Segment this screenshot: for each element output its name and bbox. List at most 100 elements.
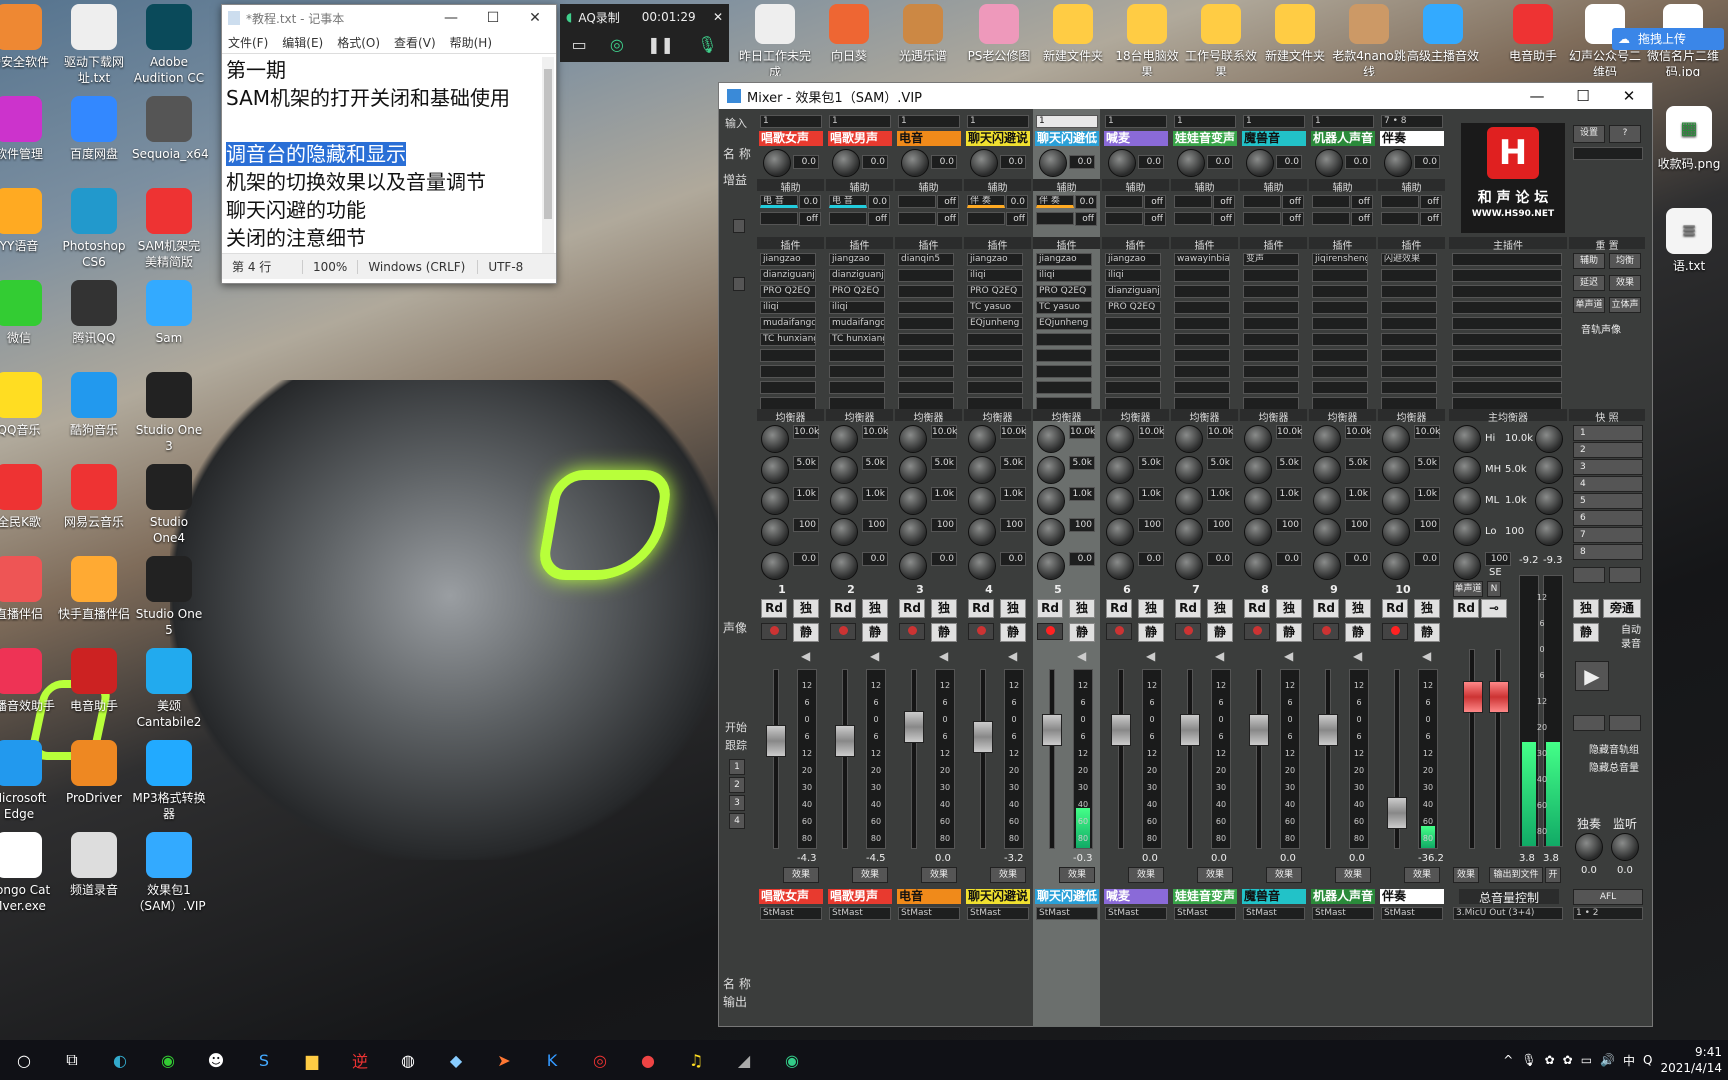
effect-button[interactable]: 效果 (921, 867, 957, 883)
clock[interactable]: 9:41 2021/4/14 (1660, 1044, 1722, 1076)
eq-knob[interactable] (1175, 487, 1203, 515)
app-tray-icon[interactable]: Q (1643, 1053, 1652, 1067)
desktop-icon[interactable]: Studio One 3 (132, 372, 206, 454)
master-output-select[interactable]: 3.MicU Out (3+4) (1453, 907, 1563, 920)
output-select[interactable]: StMast (829, 907, 891, 920)
desktop-icon[interactable]: Photoshop CS6 (57, 188, 131, 270)
plugin-slot[interactable]: EQjunheng (1036, 317, 1092, 330)
desktop-icon[interactable]: 主播音效助手 (0, 648, 56, 714)
sam-icon[interactable]: S (245, 1045, 283, 1075)
pan-knob[interactable] (1244, 552, 1272, 580)
link-left-button[interactable] (1573, 715, 1605, 731)
plugin-slot[interactable]: 闪避效果 (1381, 253, 1437, 266)
pan-knob[interactable] (830, 552, 858, 580)
reset-delay-button[interactable]: 延迟 (1573, 275, 1605, 291)
plugin-slot[interactable] (1174, 333, 1230, 346)
eq-knob[interactable] (1313, 518, 1341, 546)
plugin-slot[interactable]: PRO Q2EQ (1036, 285, 1092, 298)
eq-knob[interactable] (1106, 487, 1134, 515)
plugin-slot[interactable] (1105, 349, 1161, 362)
master-eq-knob[interactable] (1535, 425, 1563, 453)
eq-knob[interactable] (830, 518, 858, 546)
snapshot-slot[interactable]: 2 (1573, 442, 1643, 458)
plugin-slot[interactable] (1036, 349, 1092, 362)
plugin-slot[interactable] (1312, 301, 1368, 314)
master-plugin-slot[interactable] (1452, 269, 1562, 282)
aux-send-select[interactable] (760, 212, 798, 225)
link-right-button[interactable] (1609, 715, 1641, 731)
master-eq-knob[interactable] (1535, 518, 1563, 546)
master-plugin-slot[interactable] (1452, 301, 1562, 314)
plugin-slot[interactable] (1312, 365, 1368, 378)
input-select[interactable]: 1 (760, 115, 822, 128)
desktop-icon[interactable]: 新建文件夹 (1258, 4, 1332, 76)
plugin-slot[interactable] (1243, 301, 1299, 314)
aux-send-select[interactable] (1174, 195, 1212, 208)
record-arm-button[interactable] (830, 623, 856, 640)
aux-send-select[interactable] (1105, 195, 1143, 208)
eq-knob[interactable] (899, 518, 927, 546)
listen-knob[interactable] (1611, 833, 1639, 861)
preset-select[interactable] (1573, 147, 1643, 160)
plugin-slot[interactable]: TC hunxiang (829, 333, 885, 346)
snapshot-save-button[interactable] (1609, 567, 1641, 583)
pan-knob[interactable] (1037, 552, 1065, 580)
channel-name[interactable]: 喊麦 (1104, 131, 1168, 146)
expand-aux-button[interactable] (733, 219, 745, 233)
eq-knob[interactable] (761, 518, 789, 546)
desktop-icon[interactable]: 腾安全软件 (0, 4, 56, 70)
aux-send-select[interactable]: 电 音 (760, 195, 798, 208)
close-button[interactable]: ✕ (514, 10, 556, 26)
plugin-slot[interactable] (1381, 269, 1437, 282)
channel-name[interactable]: 电音 (897, 131, 961, 146)
eq-knob[interactable] (899, 425, 927, 453)
pan-knob[interactable] (899, 552, 927, 580)
desktop-icon[interactable]: 光遇乐谱 (886, 4, 960, 76)
plugin-slot[interactable] (898, 285, 954, 298)
eq-knob[interactable] (1313, 425, 1341, 453)
eq-knob[interactable] (761, 425, 789, 453)
desktop-icon[interactable]: 全民K歌 (0, 464, 56, 530)
mute-button[interactable]: 静 (1138, 623, 1164, 642)
plugin-slot[interactable] (1174, 301, 1230, 314)
pan-knob[interactable] (1106, 552, 1134, 580)
kugou-icon[interactable]: K (533, 1045, 571, 1075)
plugin-slot[interactable] (1243, 349, 1299, 362)
master-plugin-slot[interactable] (1452, 333, 1562, 346)
plugin-slot[interactable]: jiqirensheng (1312, 253, 1368, 266)
aux-send-select[interactable] (1381, 212, 1419, 225)
eq-knob[interactable] (1382, 518, 1410, 546)
master-fader[interactable] (1463, 681, 1483, 713)
eq-knob[interactable] (1037, 487, 1065, 515)
desktop-icon[interactable]: 向日葵 (812, 4, 886, 76)
recorder-widget[interactable]: ◖ AQ录制 00:01:29 ✕ ▭ ◎ ❚❚ 🎙 (560, 4, 729, 62)
read-button[interactable]: Rd (1244, 599, 1270, 618)
eq-knob[interactable] (968, 456, 996, 484)
desktop-icon[interactable]: 酷狗音乐 (57, 372, 131, 438)
master-eq-knob[interactable] (1535, 456, 1563, 484)
output-select[interactable]: StMast (898, 907, 960, 920)
plugin-slot[interactable]: iliqi (1036, 269, 1092, 282)
plugin-slot[interactable]: dianziguanj (1105, 285, 1161, 298)
plugin-slot[interactable] (1381, 349, 1437, 362)
output-select[interactable]: StMast (1105, 907, 1167, 920)
plugin-slot[interactable]: mudaifangd (829, 317, 885, 330)
desktop-icon[interactable]: ProDriver (57, 740, 131, 806)
volume-fader[interactable] (1387, 797, 1407, 829)
desktop-icon[interactable]: QQ音乐 (0, 372, 56, 438)
plugin-slot[interactable] (1036, 333, 1092, 346)
pause-icon[interactable]: ❚❚ (647, 35, 674, 54)
desktop-icon[interactable]: 网易云音乐 (57, 464, 131, 530)
snapshot-slot[interactable]: 4 (1573, 476, 1643, 492)
channel-name[interactable]: 聊天闪避说 (966, 131, 1030, 146)
solo-button[interactable]: 独 (793, 599, 819, 618)
volume-fader[interactable] (1249, 714, 1269, 747)
aux-send-select[interactable] (1312, 212, 1350, 225)
display-icon[interactable]: ▭ (1581, 1053, 1592, 1067)
eq-knob[interactable] (899, 487, 927, 515)
plugin-slot[interactable] (898, 349, 954, 362)
app-tray-icon[interactable]: ✿ (1563, 1053, 1573, 1067)
desktop-icon[interactable]: 软件管理 (0, 96, 56, 162)
plugin-slot[interactable] (1174, 349, 1230, 362)
menu-format[interactable]: 格式(O) (337, 34, 380, 51)
